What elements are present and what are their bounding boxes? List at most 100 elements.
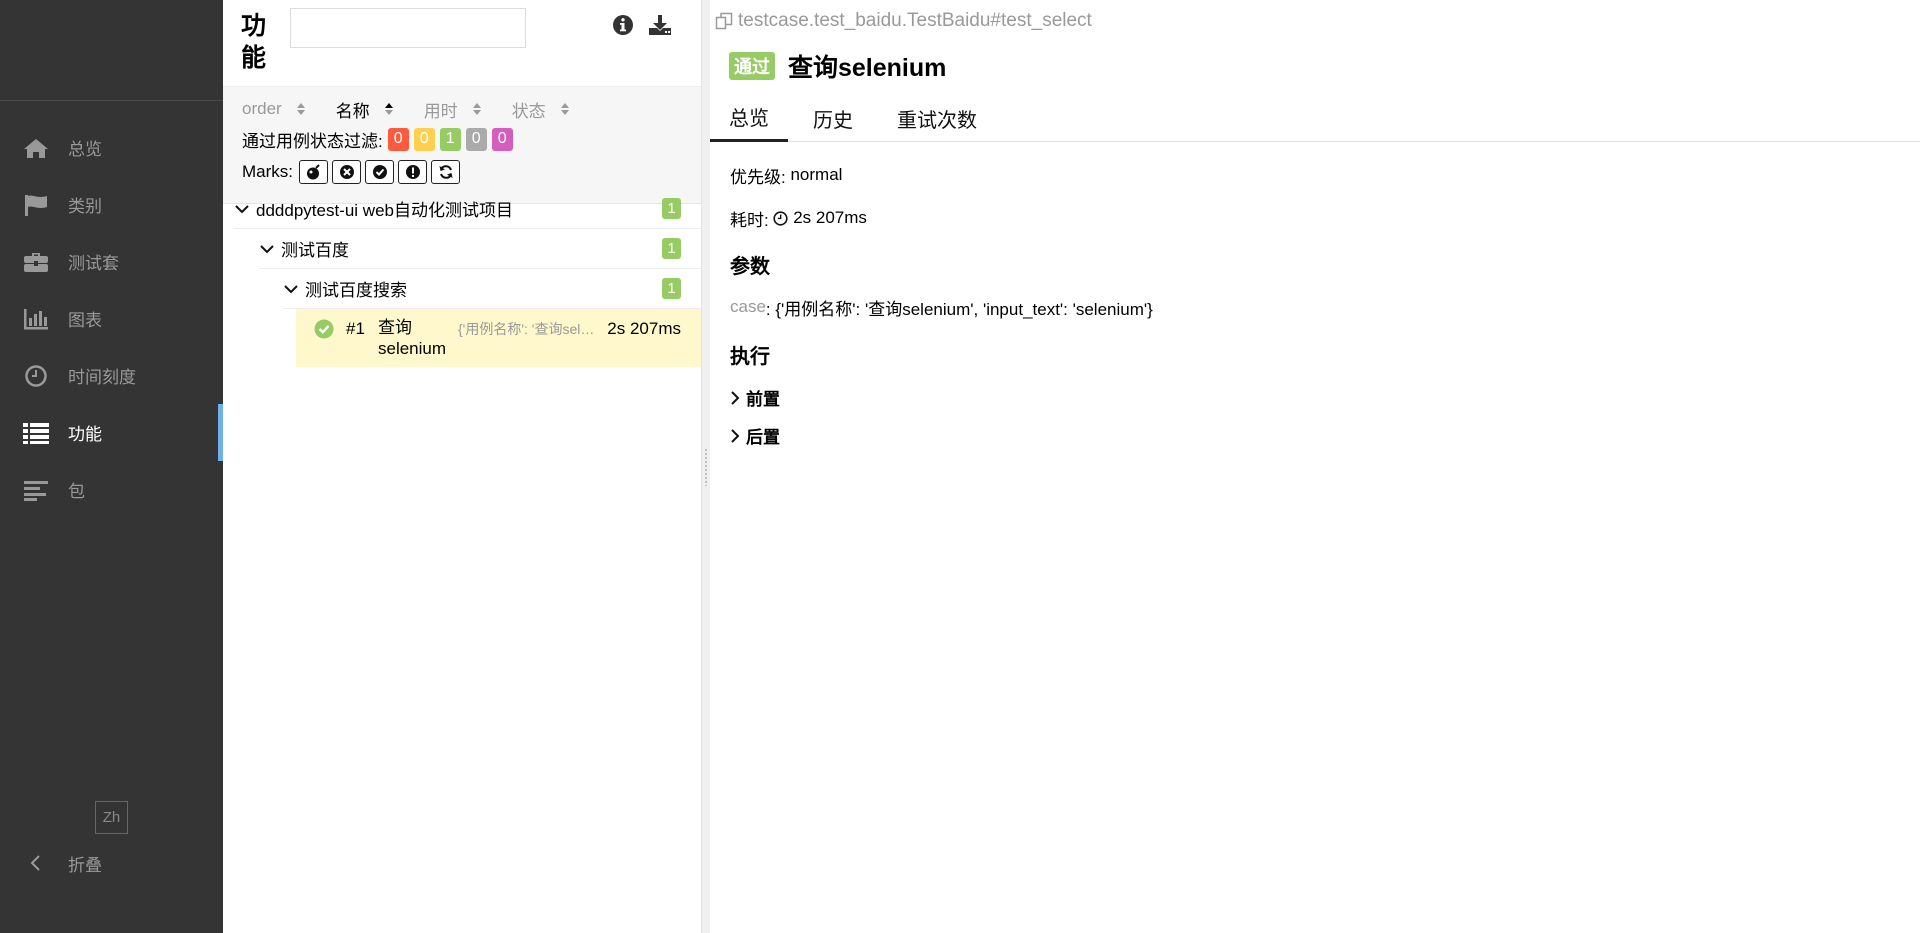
parameter-value: : {'用例名称': '查询selenium', 'input_text': '… — [765, 299, 1153, 319]
sidebar-item-timeline[interactable]: 时间刻度 — [0, 347, 223, 404]
passed-status-icon — [314, 319, 334, 344]
chevron-left-icon — [22, 854, 50, 872]
test-case-name: 查询 selenium — [378, 318, 447, 358]
sidebar-item-packages[interactable]: 包 — [0, 461, 223, 518]
test-case-duration: 2s 207ms — [607, 319, 681, 338]
collapse-button[interactable]: 折叠 — [22, 848, 102, 878]
sidebar-item-label: 类别 — [68, 197, 102, 216]
sort-icon — [296, 103, 305, 115]
tree-node-count: 1 — [662, 238, 681, 259]
filter-unknown-badge[interactable]: 0 — [491, 127, 513, 151]
sidebar-item-behaviors[interactable]: 功能 — [0, 404, 223, 461]
chevron-right-icon — [731, 428, 740, 443]
mark-new-broken-button[interactable] — [398, 160, 427, 184]
pane-splitter[interactable] — [701, 0, 710, 933]
sidebar-item-label: 功能 — [68, 425, 102, 444]
splitter-grip[interactable] — [704, 448, 708, 486]
tree-node-label: ddddpytest-ui web自动化测试项目 — [256, 201, 513, 220]
test-case-order: #1 — [346, 319, 365, 338]
sidebar-brand — [0, 0, 223, 101]
download-button[interactable] — [647, 14, 673, 40]
tab-overview[interactable]: 总览 — [710, 94, 788, 142]
sort-row: order 名称 用时 状态 — [242, 94, 600, 124]
check-circle-icon — [372, 165, 387, 179]
copy-icon[interactable] — [715, 12, 733, 30]
duration-row: 耗时: 2s 207ms — [730, 208, 867, 230]
tree-node-count: 1 — [662, 278, 681, 299]
sidebar-item-label: 时间刻度 — [68, 368, 136, 387]
severity-row: 优先级: normal — [730, 165, 843, 187]
sort-label: 用时 — [423, 101, 458, 121]
mark-retries-button[interactable] — [431, 160, 460, 184]
setup-section-toggle[interactable]: 前置 — [730, 385, 780, 410]
bar-chart-icon — [22, 307, 50, 331]
teardown-section-toggle[interactable]: 后置 — [730, 423, 780, 448]
chevron-down-icon — [234, 201, 250, 217]
detail-pane: testcase.test_baidu.TestBaidu#test_selec… — [710, 0, 1920, 933]
tree-node-label: 测试百度 — [281, 241, 349, 260]
tree-node-label: 测试百度搜索 — [305, 281, 407, 300]
filter-failed-badge[interactable]: 0 — [387, 127, 409, 151]
mark-flaky-button[interactable] — [299, 160, 328, 184]
sort-by-order[interactable]: order — [242, 99, 306, 119]
pane-title: 功能 — [241, 12, 267, 72]
sort-filter-bar: order 名称 用时 状态 通过用例状态过滤: 0 0 1 0 0 Marks… — [223, 86, 701, 204]
language-switch-button[interactable]: Zh — [95, 801, 128, 834]
sidebar-item-categories[interactable]: 类别 — [0, 176, 223, 233]
sort-by-status[interactable]: 状态 — [512, 97, 570, 122]
sort-label: 状态 — [511, 101, 546, 121]
tree-node-suite[interactable]: 测试百度 1 — [259, 229, 701, 269]
sidebar-item-label: 包 — [68, 482, 85, 501]
page-title: 查询selenium — [788, 54, 947, 82]
filter-skipped-badge[interactable]: 0 — [465, 127, 487, 151]
sort-label: 名称 — [335, 101, 370, 121]
flag-icon — [22, 193, 50, 217]
tree-header: 功能 — [223, 0, 701, 86]
tab-retries[interactable]: 重试次数 — [878, 94, 996, 142]
search-input[interactable] — [290, 8, 526, 48]
teardown-label: 后置 — [746, 428, 780, 447]
briefcase-icon — [22, 250, 50, 274]
duration-value: 2s 207ms — [793, 208, 867, 227]
marks-label: Marks: — [242, 162, 293, 181]
align-left-icon — [22, 478, 50, 502]
sidebar-item-graphs[interactable]: 图表 — [0, 290, 223, 347]
parameter-key: case — [730, 297, 766, 316]
sort-by-duration[interactable]: 用时 — [424, 97, 482, 122]
sidebar-nav: 总览 类别 测试套 图表 时间刻度 功能 包 — [0, 119, 223, 518]
exclamation-circle-icon — [405, 165, 420, 179]
test-title-row: 通过 查询selenium — [729, 48, 946, 84]
filter-broken-badge[interactable]: 0 — [413, 127, 435, 151]
sidebar-item-overview[interactable]: 总览 — [0, 119, 223, 176]
tree-pane: 功能 order 名称 用时 状态 通过用例状态过滤: 0 0 1 0 0 Ma… — [223, 0, 701, 933]
sort-by-name[interactable]: 名称 — [336, 97, 394, 122]
list-icon — [22, 421, 50, 445]
mark-new-passed-button[interactable] — [365, 160, 394, 184]
sidebar-item-suites[interactable]: 测试套 — [0, 233, 223, 290]
info-button[interactable] — [610, 14, 636, 40]
severity-label: 优先级: — [730, 167, 786, 187]
status-filter-row: 通过用例状态过滤: 0 0 1 0 0 — [242, 124, 513, 154]
tree-node-project[interactable]: ddddpytest-ui web自动化测试项目 1 — [234, 189, 701, 229]
breadcrumb-text: testcase.test_baidu.TestBaidu#test_selec… — [738, 10, 1092, 31]
chevron-right-icon — [731, 390, 740, 405]
parameters-title: 参数 — [730, 256, 770, 278]
tree-node-story[interactable]: 测试百度搜索 1 — [283, 269, 701, 309]
test-case-row[interactable]: #1 查询 selenium {'用例名称': '查询selenium', 'i… — [296, 309, 701, 367]
times-circle-icon — [339, 165, 354, 179]
tab-history[interactable]: 历史 — [794, 94, 872, 142]
bomb-icon — [306, 164, 320, 180]
sort-label: order — [242, 99, 282, 118]
sort-icon — [560, 103, 569, 115]
chevron-down-icon — [259, 241, 275, 257]
breadcrumb: testcase.test_baidu.TestBaidu#test_selec… — [715, 10, 1092, 32]
refresh-icon — [439, 165, 452, 179]
clock-icon — [773, 210, 789, 226]
download-icon — [648, 14, 672, 41]
info-icon — [612, 14, 634, 41]
mark-new-failed-button[interactable] — [332, 160, 361, 184]
sort-icon — [472, 103, 481, 115]
home-icon — [22, 136, 50, 160]
severity-value: normal — [790, 165, 843, 184]
filter-passed-badge[interactable]: 1 — [439, 127, 461, 151]
